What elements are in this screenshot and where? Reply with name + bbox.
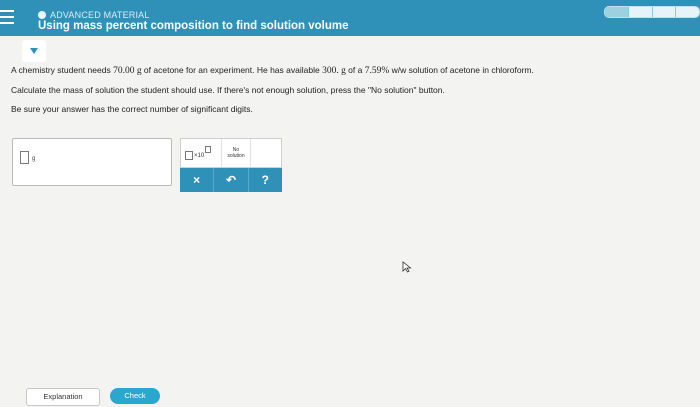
problem-line-1: A chemistry student needs 70.00 g of ace… [11, 65, 534, 76]
explanation-button[interactable]: Explanation [26, 388, 100, 406]
no-solution-button[interactable]: No solution [221, 139, 251, 167]
clear-button[interactable]: × [180, 168, 215, 192]
collapse-chevron-down-icon[interactable] [22, 40, 46, 62]
problem-statement: A chemistry student needs 70.00 g of ace… [11, 64, 691, 122]
page-title: Using mass percent composition to find s… [38, 20, 349, 32]
progress-bar [604, 6, 700, 18]
undo-button[interactable]: ↶ [214, 168, 249, 192]
answer-toolbar: ×10 No solution × ↶ ? [180, 138, 282, 194]
mouse-cursor-icon [402, 261, 412, 273]
status-dot-icon [38, 11, 46, 19]
help-button[interactable]: ? [249, 168, 282, 192]
problem-line-2: Calculate the mass of solution the stude… [11, 85, 445, 95]
scientific-notation-button[interactable]: ×10 [183, 143, 219, 163]
menu-icon[interactable] [0, 10, 14, 28]
topic-label: ADVANCED MATERIAL [38, 10, 150, 20]
top-bar: ADVANCED MATERIAL Using mass percent com… [0, 0, 700, 36]
check-button[interactable]: Check [110, 388, 160, 404]
problem-line-3: Be sure your answer has the correct numb… [11, 104, 253, 114]
unit-label: g [32, 156, 36, 162]
answer-input[interactable] [20, 151, 29, 164]
answer-area[interactable]: g [12, 138, 172, 186]
